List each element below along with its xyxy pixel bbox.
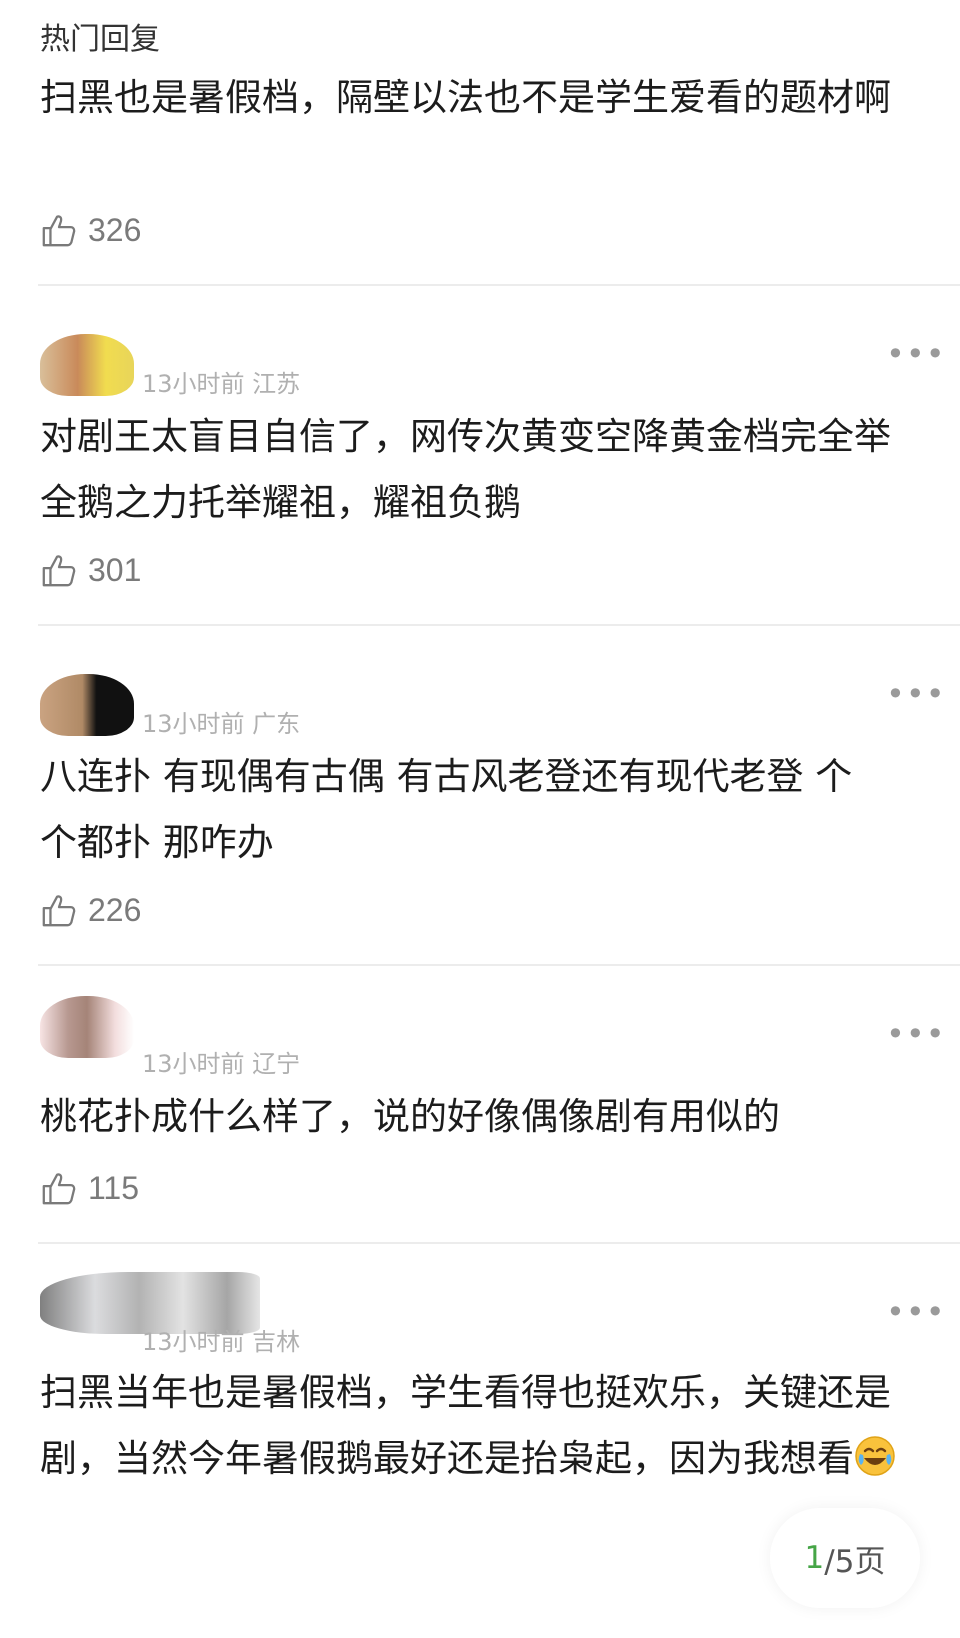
avatar[interactable] (40, 996, 134, 1058)
avatar[interactable] (40, 334, 134, 396)
thumbs-up-icon (42, 895, 76, 927)
more-icon[interactable]: ••• (886, 678, 946, 710)
like-count: 226 (88, 891, 142, 928)
more-icon[interactable]: ••• (886, 1018, 946, 1050)
divider (38, 1242, 960, 1244)
avatar[interactable] (40, 674, 134, 736)
comment-meta: 13小时前 江苏 (142, 370, 301, 398)
like-button[interactable]: 115 (40, 1168, 139, 1208)
more-icon[interactable]: ••• (886, 338, 946, 370)
like-count: 115 (88, 1169, 140, 1206)
divider (38, 964, 960, 966)
thumbs-up-icon (42, 215, 76, 247)
thumbs-up-icon (42, 555, 76, 587)
divider (38, 624, 960, 626)
comment-text: 扫黑也是暑假档，隔壁以法也不是学生爱看的题材啊 (40, 76, 891, 119)
laughing-tears-emoji (855, 1436, 895, 1476)
more-icon[interactable]: ••• (886, 1296, 946, 1328)
divider (38, 284, 960, 286)
comment-meta: 13小时前 广东 (142, 710, 301, 738)
like-count: 301 (88, 551, 142, 588)
thumbs-up-icon (42, 1173, 76, 1205)
comment-meta: 13小时前 吉林 (142, 1328, 301, 1356)
comment-text: 八连扑 有现偶有古偶 有古风老登还有现代老登 个个都扑 那咋办 (40, 755, 853, 864)
section-title: 热门回复 (40, 22, 160, 57)
comment-text: 桃花扑成什么样了，说的好像偶像剧有用似的 (40, 1095, 780, 1138)
comment-meta: 13小时前 辽宁 (142, 1050, 301, 1078)
like-button[interactable]: 226 (40, 890, 141, 930)
comment-text: 对剧王太盲目自信了，网传次黄变空降黄金档完全举全鹅之力托举耀祖，耀祖负鹅 (40, 415, 891, 524)
comment-text: 扫黑当年也是暑假档，学生看得也挺欢乐，关键还是剧，当然今年暑假鹅最好还是抬枭起，… (40, 1360, 920, 1492)
current-page: 1 (804, 1540, 825, 1576)
page-indicator[interactable]: 1/5页 (770, 1508, 920, 1608)
like-button[interactable]: 326 (40, 210, 141, 250)
like-count: 326 (88, 211, 142, 248)
total-pages: /5页 (824, 1543, 886, 1580)
like-button[interactable]: 301 (40, 550, 141, 590)
